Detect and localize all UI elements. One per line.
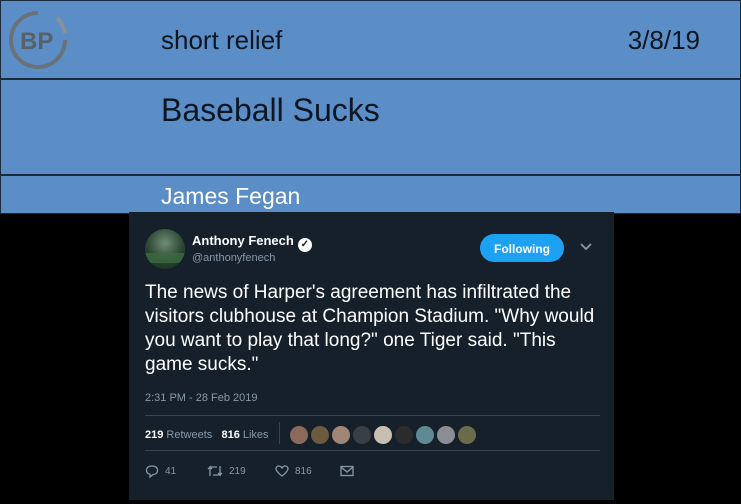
divider bbox=[145, 450, 600, 451]
liker-avatar[interactable] bbox=[289, 425, 309, 445]
svg-text:BP: BP bbox=[20, 28, 53, 55]
liker-avatar[interactable] bbox=[310, 425, 330, 445]
divider bbox=[145, 415, 600, 416]
liker-avatar[interactable] bbox=[373, 425, 393, 445]
liker-avatar[interactable] bbox=[331, 425, 351, 445]
verified-icon: ✓ bbox=[297, 238, 312, 252]
chevron-down-icon[interactable] bbox=[578, 238, 594, 254]
author-band: James Fegan bbox=[0, 175, 741, 214]
header-band: BP short relief 3/8/19 bbox=[0, 0, 741, 79]
author-name[interactable]: James Fegan bbox=[161, 183, 300, 210]
tweet-handle[interactable]: @anthonyfenech bbox=[192, 252, 275, 264]
tweet-body: The news of Harper's agreement has infil… bbox=[145, 282, 595, 375]
article-date: 3/8/19 bbox=[627, 25, 700, 55]
likes-stat[interactable]: 816 Likes bbox=[221, 429, 268, 441]
divider bbox=[279, 422, 280, 444]
liker-avatar[interactable] bbox=[394, 425, 414, 445]
retweets-stat[interactable]: 219 Retweets bbox=[145, 429, 212, 441]
title-band: Baseball Sucks bbox=[0, 79, 741, 175]
article-title: Baseball Sucks bbox=[161, 92, 380, 128]
tweet-actions: 41 219 816 bbox=[145, 462, 445, 482]
liker-avatar[interactable] bbox=[436, 425, 456, 445]
tweet-author-name[interactable]: Anthony Fenech bbox=[192, 233, 294, 248]
retweet-icon bbox=[207, 465, 223, 477]
liker-avatar[interactable] bbox=[352, 425, 372, 445]
following-button[interactable]: Following bbox=[480, 234, 564, 262]
tweet-stats: 219 Retweets 816 Likes bbox=[145, 429, 269, 441]
tweet-timestamp[interactable]: 2:31 PM - 28 Feb 2019 bbox=[145, 392, 258, 404]
retweet-button[interactable]: 219 bbox=[207, 462, 246, 480]
heart-icon bbox=[275, 465, 289, 477]
liker-avatar[interactable] bbox=[457, 425, 477, 445]
message-button[interactable] bbox=[340, 462, 360, 480]
avatar[interactable] bbox=[145, 229, 185, 269]
liker-avatar[interactable] bbox=[415, 425, 435, 445]
bp-logo: BP bbox=[9, 11, 67, 69]
like-button[interactable]: 816 bbox=[275, 462, 312, 480]
liker-avatars bbox=[289, 425, 478, 445]
reply-icon bbox=[145, 465, 159, 478]
section-label: short relief bbox=[161, 25, 283, 55]
reply-button[interactable]: 41 bbox=[145, 462, 176, 480]
envelope-icon bbox=[340, 465, 354, 477]
tweet-author[interactable]: Anthony Fenech ✓ bbox=[192, 233, 312, 252]
embedded-tweet: Anthony Fenech ✓ @anthonyfenech Following… bbox=[129, 212, 614, 500]
